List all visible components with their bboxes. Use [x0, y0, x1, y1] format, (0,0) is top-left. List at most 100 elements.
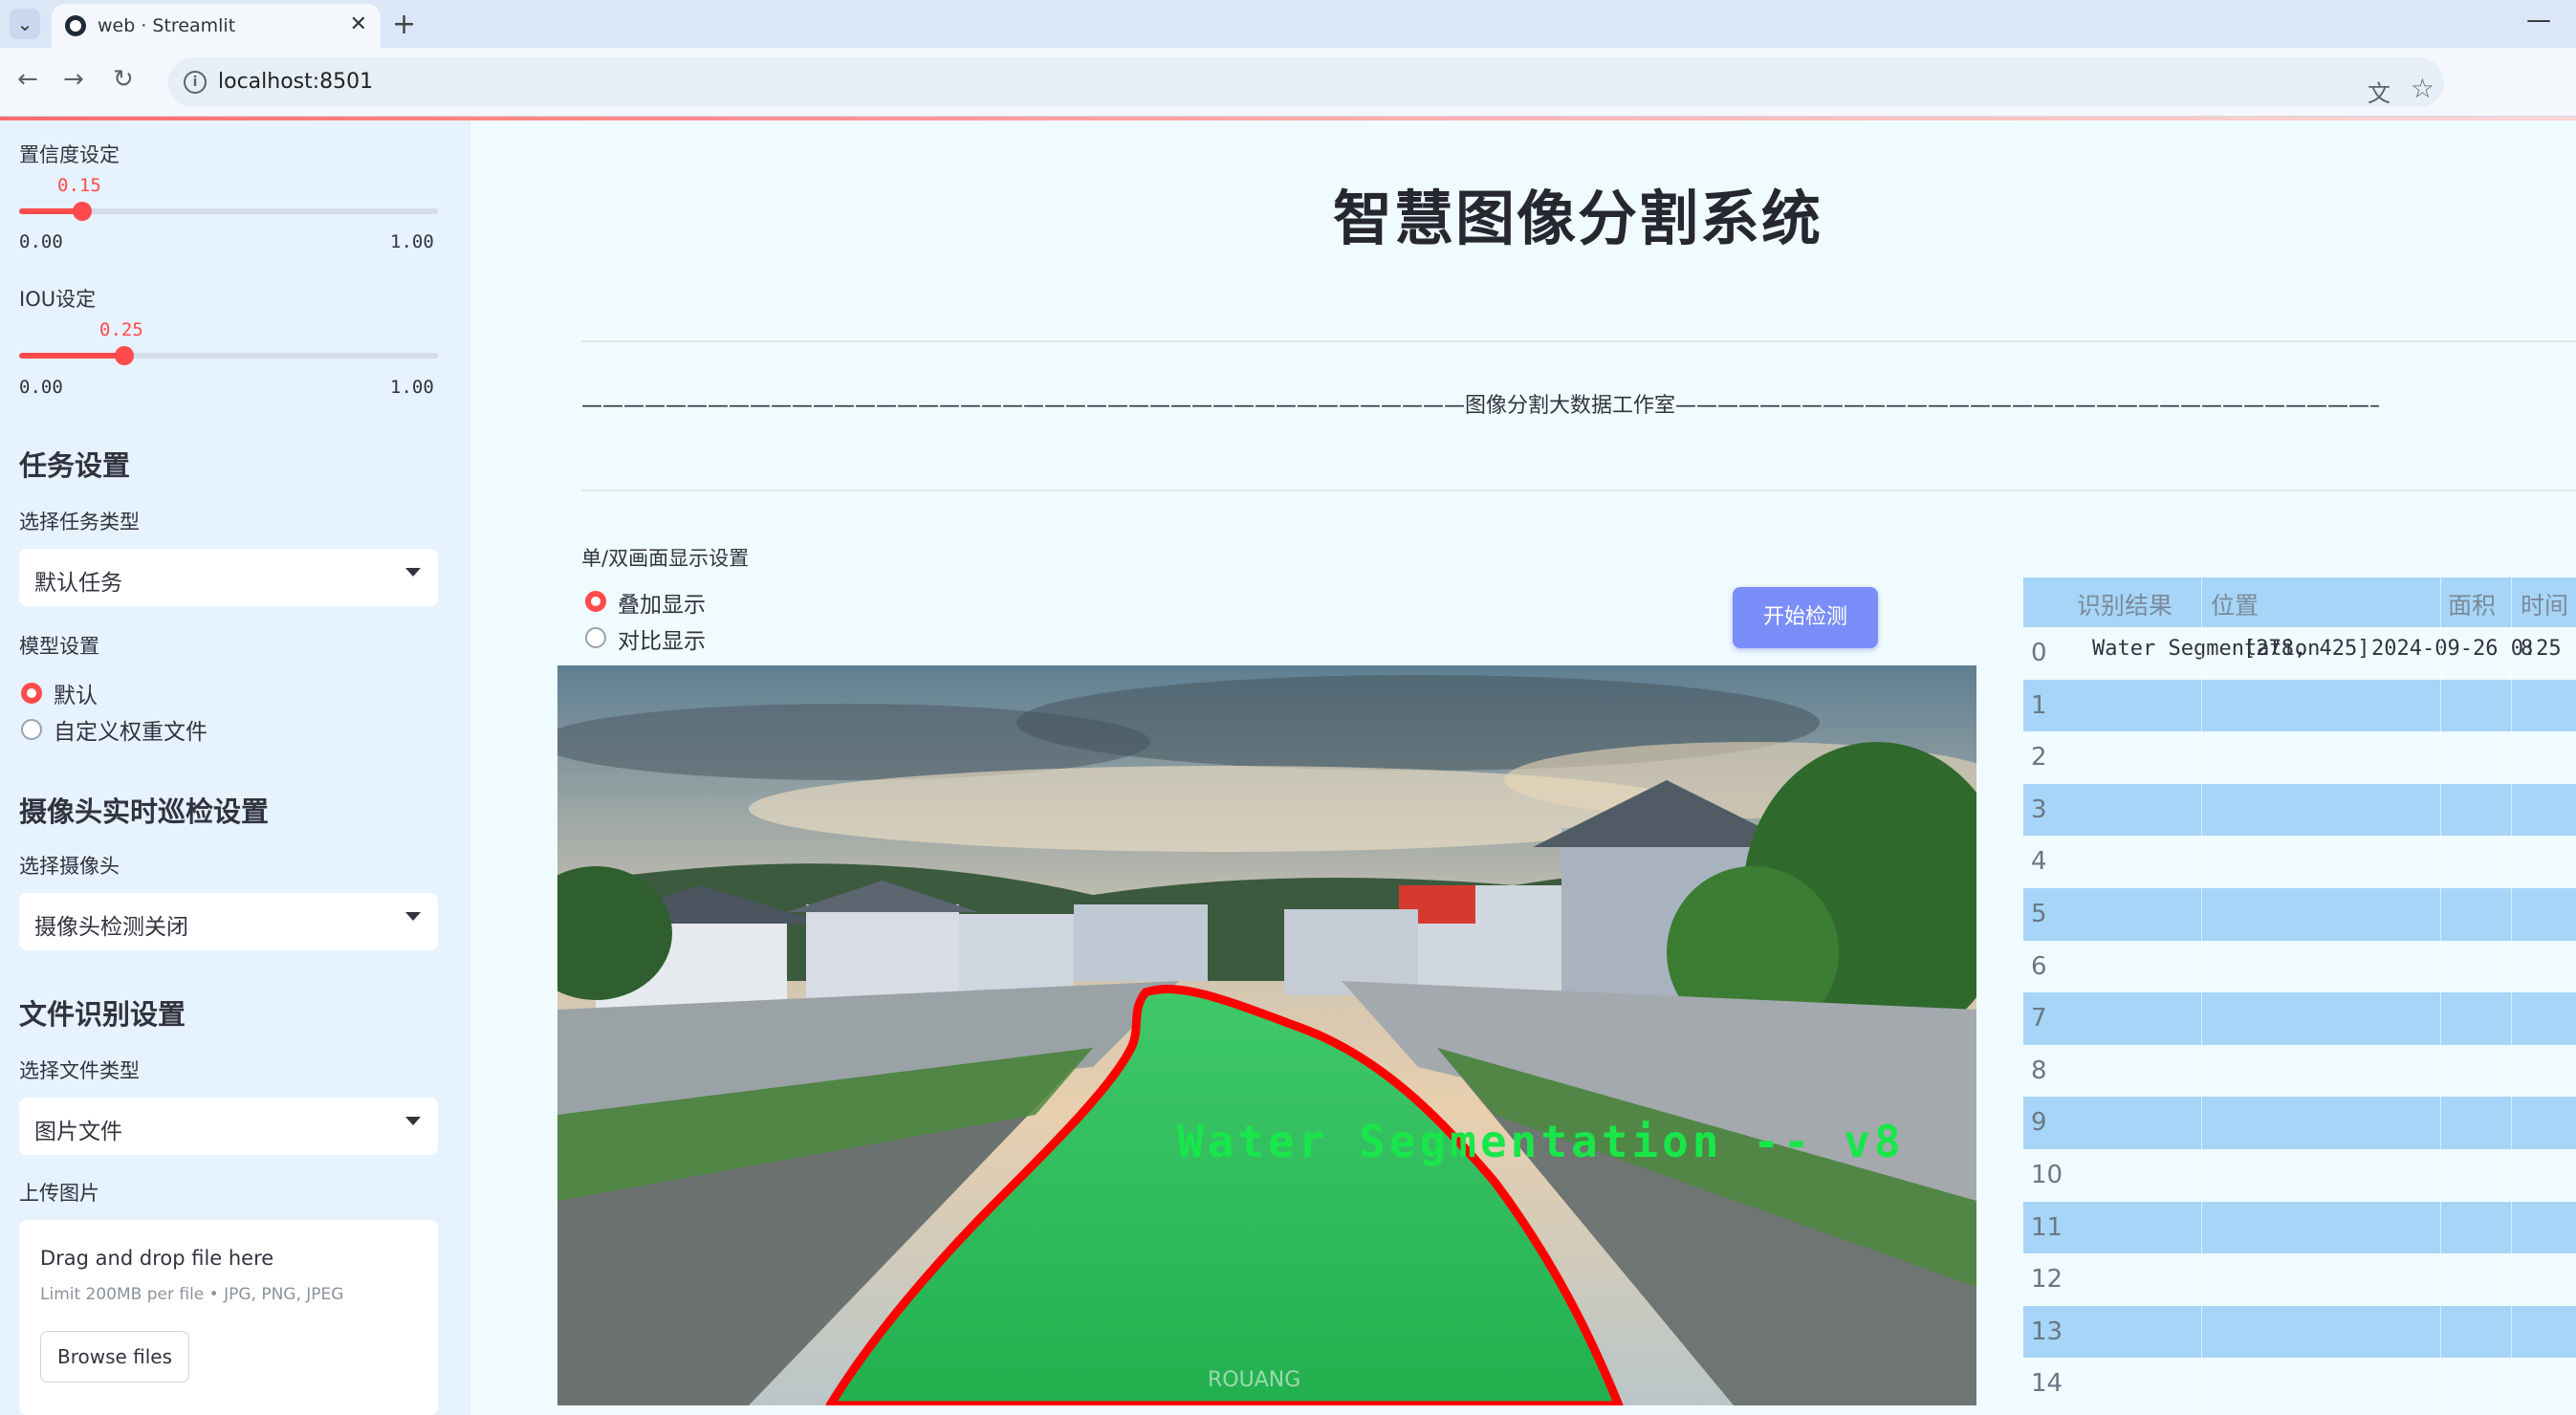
model-custom-radio[interactable] [21, 719, 42, 740]
model-custom-label[interactable]: 自定义权重文件 [54, 713, 207, 746]
table-row[interactable]: 6 [2023, 941, 2576, 993]
table-row[interactable]: 3 [2023, 783, 2576, 837]
camera-select-value: 摄像头检测关闭 [34, 915, 188, 940]
row-index: 7 [2031, 1004, 2047, 1034]
iou-value: 0.25 [99, 319, 143, 340]
iou-slider[interactable] [19, 346, 438, 365]
chevron-down-icon [405, 912, 421, 921]
row-index: 3 [2031, 795, 2047, 824]
table-row[interactable]: 10 [2023, 1149, 2576, 1202]
table-row[interactable]: 7 [2023, 992, 2576, 1045]
model-default-label[interactable]: 默认 [54, 677, 98, 709]
camera-settings-heading: 摄像头实时巡检设置 [19, 795, 270, 828]
row-index: 14 [2031, 1369, 2063, 1399]
iou-slider-thumb[interactable] [115, 346, 134, 365]
model-default-radio[interactable] [21, 683, 42, 704]
close-tab-icon[interactable]: ✕ [350, 12, 367, 36]
address-bar[interactable]: i localhost:8501 文 ☆ [168, 57, 2444, 107]
row-index: 12 [2031, 1265, 2063, 1295]
bookmark-star-icon[interactable]: ☆ [2411, 73, 2434, 104]
camera-select-label: 选择摄像头 [19, 855, 120, 878]
browser-tabbar: ⌄ web · Streamlit ✕ + — [0, 0, 2576, 48]
chevron-down-icon [405, 1117, 421, 1125]
table-row[interactable]: 4 [2023, 836, 2576, 888]
reload-icon[interactable]: ↻ [113, 65, 134, 94]
table-row[interactable]: 8 [2023, 1045, 2576, 1098]
results-table[interactable]: 识别结果 位置 面积 时间 0 Water Segmentation [278, 4… [2023, 577, 2576, 1415]
file-uploader-dropzone[interactable]: Drag and drop file here Limit 200MB per … [19, 1220, 438, 1415]
url-text[interactable]: localhost:8501 [218, 70, 373, 94]
browse-files-button[interactable]: Browse files [40, 1331, 189, 1382]
table-row[interactable]: 5 [2023, 888, 2576, 941]
iou-max: 1.00 [390, 377, 434, 398]
model-settings-label: 模型设置 [19, 635, 99, 658]
tab-title: web · Streamlit [98, 15, 236, 36]
browser-toolbar: ← → ↻ i localhost:8501 文 ☆ [0, 48, 2576, 117]
row-index: 6 [2031, 951, 2047, 981]
segmentation-overlay-label: Water Segmentation -- v8 [1177, 1116, 1905, 1167]
row-index: 9 [2031, 1108, 2047, 1138]
translate-icon[interactable]: 文 [2368, 75, 2390, 108]
table-row[interactable]: 11 [2023, 1201, 2576, 1254]
file-type-value: 图片文件 [34, 1120, 122, 1144]
tab-search-icon[interactable]: ⌄ [10, 9, 40, 39]
segmentation-result-image: Water Segmentation -- v8 ROUANG [557, 665, 1976, 1405]
row-index: 1 [2031, 690, 2047, 720]
row-index: 4 [2031, 847, 2047, 877]
table-row[interactable]: 12 [2023, 1253, 2576, 1306]
column-header-time[interactable]: 时间 [2521, 587, 2568, 621]
table-header: 识别结果 位置 面积 时间 [2023, 577, 2576, 627]
row-index: 10 [2031, 1161, 2063, 1189]
file-type-select[interactable]: 图片文件 [19, 1098, 438, 1155]
streamlit-favicon-icon [65, 15, 86, 36]
compare-display-radio[interactable] [585, 627, 606, 648]
table-row[interactable]: 9 [2023, 1097, 2576, 1149]
divider [581, 490, 2576, 491]
start-detection-button[interactable]: 开始检测 [1733, 587, 1878, 648]
confidence-slider[interactable] [19, 202, 438, 221]
new-tab-icon[interactable]: + [392, 8, 416, 41]
back-arrow-icon[interactable]: ← [17, 65, 38, 94]
table-row[interactable]: 0 Water Segmentation [278, 425] 2024-09-26 … [2023, 627, 2576, 680]
confidence-value: 0.15 [57, 175, 101, 196]
upload-label: 上传图片 [19, 1182, 99, 1205]
file-settings-heading: 文件识别设置 [19, 998, 186, 1031]
row-index: 5 [2031, 900, 2047, 928]
column-header-position[interactable]: 位置 [2211, 587, 2259, 621]
iou-min: 0.00 [19, 377, 63, 398]
table-row[interactable]: 2 [2023, 731, 2576, 784]
column-header-area[interactable]: 面积 [2448, 587, 2496, 621]
confidence-label: 置信度设定 [19, 143, 120, 166]
task-type-label: 选择任务类型 [19, 511, 140, 533]
confidence-min: 0.00 [19, 231, 63, 252]
uploader-title: Drag and drop file here [40, 1247, 274, 1270]
table-row[interactable]: 1 [2023, 679, 2576, 732]
uploader-limit: Limit 200MB per file • JPG, PNG, JPEG [40, 1285, 344, 1304]
minimize-window-icon[interactable]: — [2526, 6, 2551, 34]
task-settings-heading: 任务设置 [19, 449, 131, 482]
browser-tab[interactable]: web · Streamlit ✕ [52, 4, 381, 48]
chevron-down-icon [405, 568, 421, 577]
column-divider [2201, 577, 2202, 1415]
column-divider [2440, 577, 2441, 1415]
forward-arrow-icon[interactable]: → [63, 65, 84, 94]
site-info-icon[interactable]: i [184, 71, 207, 94]
overlay-display-label[interactable]: 叠加显示 [618, 586, 706, 619]
page-title: 智慧图像分割系统 [1332, 184, 1823, 253]
column-header-result[interactable]: 识别结果 [2077, 587, 2172, 621]
table-row[interactable]: 14 [2023, 1358, 2576, 1410]
row-index: 2 [2031, 743, 2047, 773]
overlay-display-radio[interactable] [585, 591, 606, 612]
compare-display-label[interactable]: 对比显示 [618, 622, 706, 655]
row-index: 11 [2031, 1212, 2063, 1242]
confidence-max: 1.00 [390, 231, 434, 252]
image-watermark: ROUANG [1208, 1368, 1300, 1392]
cell-area: 8 [2521, 637, 2534, 661]
confidence-slider-thumb[interactable] [73, 202, 92, 221]
row-index: 13 [2031, 1317, 2063, 1346]
task-type-value: 默认任务 [34, 571, 122, 596]
camera-select[interactable]: 摄像头检测关闭 [19, 893, 438, 950]
task-type-select[interactable]: 默认任务 [19, 549, 438, 606]
table-row[interactable]: 13 [2023, 1305, 2576, 1359]
row-index: 8 [2031, 1056, 2047, 1085]
